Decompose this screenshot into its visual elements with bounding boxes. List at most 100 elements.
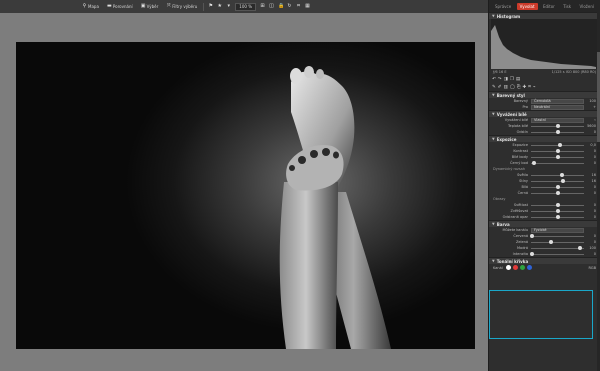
compare-button[interactable]: ▬ Porovnání [105, 2, 135, 11]
image-canvas[interactable] [0, 13, 488, 371]
wb-slider-track[interactable] [531, 130, 584, 134]
tone-slider-value[interactable]: 0 [584, 203, 596, 207]
eyedropper-icon[interactable]: ⌁ [533, 85, 536, 90]
tab-vyvolat[interactable]: Vyvolat [516, 2, 538, 10]
add-icon[interactable]: + [584, 105, 596, 109]
color-slider-knob[interactable] [549, 240, 554, 244]
dynamic-range-slider-knob[interactable] [559, 173, 564, 177]
selection-button[interactable]: ▣ Výběr [139, 2, 161, 11]
exposure-slider-knob[interactable] [558, 143, 563, 147]
rotate-icon[interactable]: ↻ [287, 4, 292, 9]
tone-slider-knob[interactable] [555, 209, 560, 213]
brush-icon[interactable]: ✐ [498, 85, 502, 90]
color-slider-track[interactable] [531, 240, 584, 244]
tone-slider-track[interactable] [531, 203, 584, 207]
rating-icon[interactable]: ★ [217, 4, 222, 9]
tab-vlozeni[interactable]: Vložení [576, 3, 597, 10]
radial-icon[interactable]: ◯ [510, 85, 515, 90]
color-slider-value[interactable]: 0 [584, 240, 596, 244]
color-slider-track[interactable] [530, 252, 584, 256]
profile-dropdown[interactable]: Neutrální [531, 104, 584, 110]
wb-slider-knob[interactable] [555, 130, 560, 134]
color-style-header[interactable]: ▼ Barevný styl [489, 91, 600, 98]
exposure-header[interactable]: ▼ Expozice [489, 135, 600, 142]
flag-icon[interactable]: ⚑ [208, 4, 213, 9]
undo-icon[interactable]: ↶ [492, 77, 496, 82]
channel-dot[interactable] [512, 265, 518, 270]
wb-slider-value[interactable]: 5600 [584, 124, 596, 128]
exposure-slider-value[interactable]: 0 [584, 149, 596, 153]
dynamic-range-slider-value[interactable]: 0 [584, 191, 596, 195]
clone-icon[interactable]: ⎘ [517, 84, 521, 90]
exposure-slider-track[interactable] [531, 149, 584, 153]
channel-dot[interactable] [526, 265, 532, 270]
exposure-slider-knob[interactable] [531, 161, 536, 165]
wb-slider-value[interactable]: 0 [584, 130, 596, 134]
color-slider-value[interactable]: 100 [584, 246, 596, 250]
dynamic-range-slider-track[interactable] [531, 185, 584, 189]
lock-icon[interactable]: 🔒 [278, 4, 284, 9]
tab-spravce[interactable]: Správce [492, 3, 514, 10]
color-header[interactable]: ▼ Barva [489, 220, 600, 227]
exposure-slider-knob[interactable] [555, 149, 560, 153]
color-slider-track[interactable] [530, 234, 584, 238]
tone-slider-track[interactable] [531, 209, 584, 213]
color-style-dropdown[interactable]: Černobílá [531, 98, 584, 104]
color-method-dropdown[interactable]: Fyzické [531, 227, 584, 233]
wb-slider-track[interactable] [531, 124, 584, 128]
histogram-header[interactable]: ▼ Histogram [489, 12, 600, 19]
gradient-icon[interactable]: ▥ [504, 85, 508, 90]
tone-curve-header[interactable]: ▼ Tonální křivka [489, 257, 600, 264]
copy-icon[interactable]: ❐ [510, 77, 514, 82]
dynamic-range-slider-knob[interactable] [560, 179, 565, 183]
color-slider-knob[interactable] [577, 246, 582, 250]
zoom-field[interactable]: 100 % [235, 2, 256, 11]
dynamic-range-slider-value[interactable]: 0 [584, 185, 596, 189]
paste-icon[interactable]: ▤ [516, 77, 520, 82]
exposure-slider-track[interactable] [531, 155, 584, 159]
exposure-slider-value[interactable]: 0 [584, 161, 596, 165]
grid-overlay-icon[interactable]: ▦ [305, 4, 310, 9]
crop-tool-icon[interactable]: ⌗ [528, 84, 531, 90]
dynamic-range-slider-knob[interactable] [555, 191, 560, 195]
tone-slider-value[interactable]: 0 [584, 209, 596, 213]
wb-slider-knob[interactable] [555, 124, 560, 128]
tone-slider-knob[interactable] [555, 203, 560, 207]
tone-slider-track[interactable] [531, 215, 584, 219]
dynamic-range-slider-track[interactable] [531, 173, 584, 177]
color-slider-knob[interactable] [530, 234, 535, 238]
dynamic-range-slider-track[interactable] [531, 191, 584, 195]
channel-dot[interactable] [505, 265, 511, 270]
channel-selector[interactable] [505, 265, 534, 271]
tone-slider-value[interactable]: 0 [584, 215, 596, 219]
exposure-slider-knob[interactable] [555, 155, 560, 159]
heal-icon[interactable]: ✚ [522, 85, 526, 90]
color-slider-knob[interactable] [530, 252, 535, 256]
dynamic-range-slider-value[interactable]: 16 [584, 179, 596, 183]
compare-view-icon[interactable]: ◫ [269, 4, 274, 9]
crop-icon[interactable]: ⌗ [296, 4, 301, 9]
color-slider-value[interactable]: 0 [584, 252, 596, 256]
exposure-slider-track[interactable] [531, 161, 584, 165]
color-slider-track[interactable] [531, 246, 584, 250]
channel-dot[interactable] [519, 265, 525, 270]
auto-icon[interactable]: ✎ [492, 85, 496, 90]
dynamic-range-slider-value[interactable]: 16 [584, 173, 596, 177]
exposure-slider-track[interactable] [531, 143, 584, 147]
color-label-icon[interactable]: ▾ [226, 4, 231, 9]
color-slider-value[interactable]: 0 [584, 234, 596, 238]
grid-icon[interactable]: ⊞ [260, 4, 265, 9]
compare-icon[interactable]: ◨ [504, 77, 508, 82]
white-balance-header[interactable]: ▼ Vyvážení bílé [489, 110, 600, 117]
filters-button[interactable]: ⤧ Filtry výběru [164, 2, 199, 11]
tab-tisk[interactable]: Tisk [560, 3, 574, 10]
dynamic-range-slider-track[interactable] [531, 179, 584, 183]
exposure-slider-value[interactable]: 0,0 [584, 143, 596, 147]
eyedropper-icon[interactable]: ⌁ [584, 118, 596, 122]
redo-icon[interactable]: ↷ [498, 77, 502, 82]
map-button[interactable]: ⚲ Mapa [80, 2, 101, 11]
tab-editor[interactable]: Editor [540, 3, 558, 10]
dynamic-range-slider-knob[interactable] [555, 185, 560, 189]
tone-slider-knob[interactable] [555, 215, 560, 219]
wb-mode-dropdown[interactable]: Vlastní [531, 117, 584, 123]
